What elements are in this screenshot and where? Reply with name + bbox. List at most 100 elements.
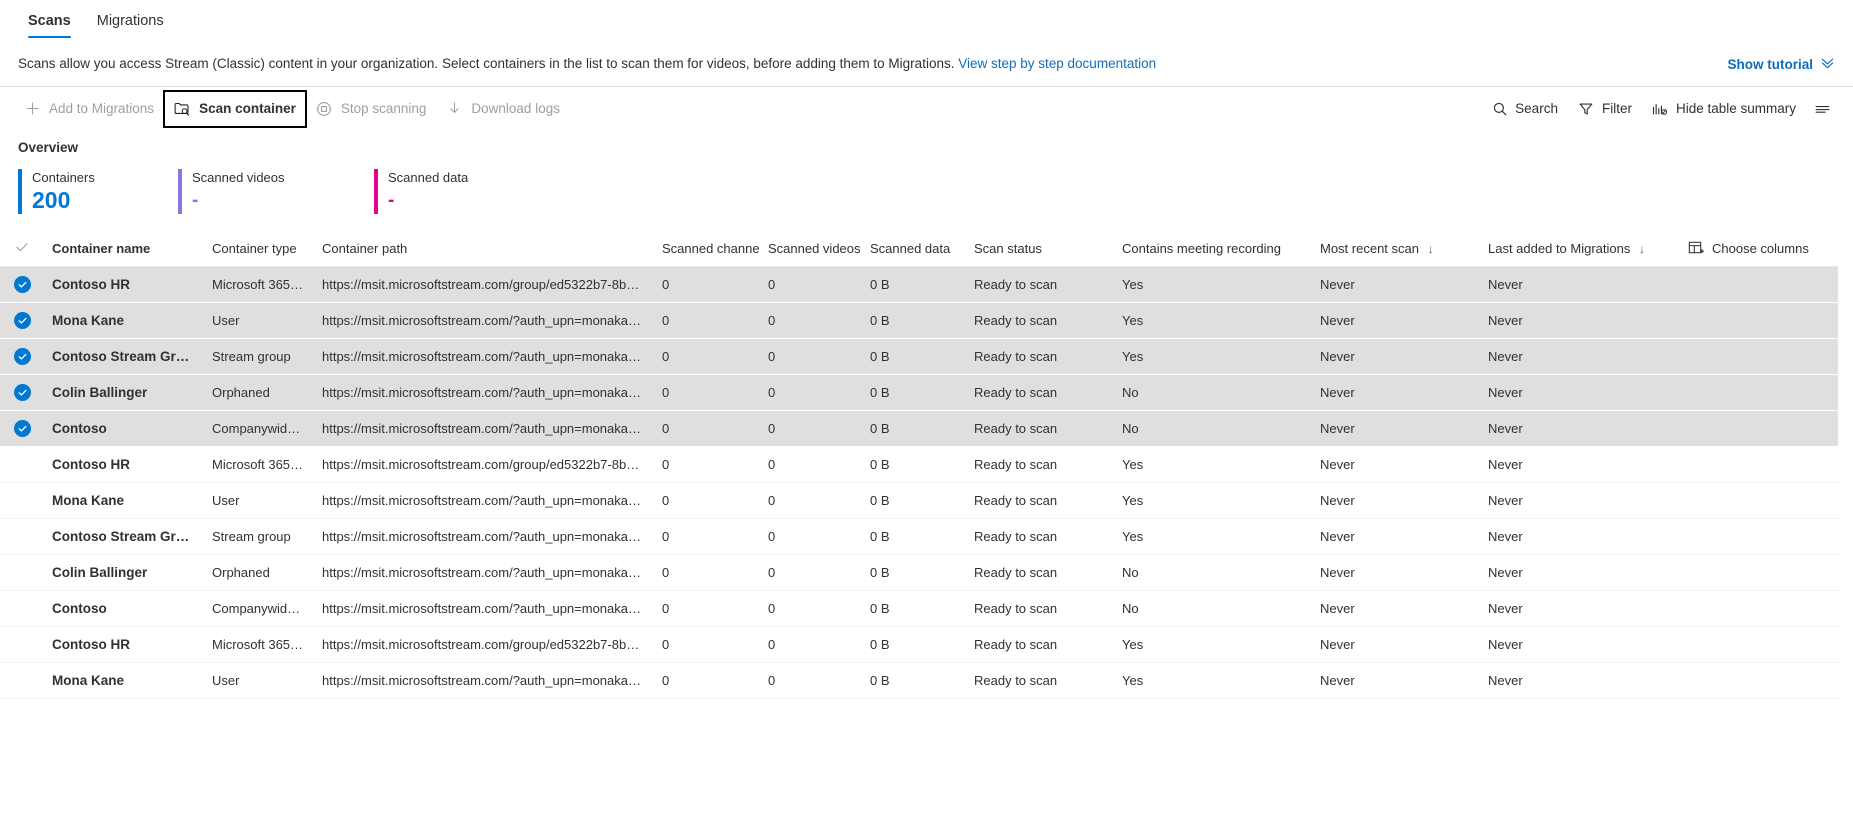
tab-migrations[interactable]: Migrations bbox=[87, 6, 174, 40]
plus-icon bbox=[24, 100, 41, 117]
filter-button[interactable]: Filter bbox=[1568, 91, 1642, 127]
cell-container-type: Orphaned bbox=[204, 374, 314, 410]
search-button[interactable]: Search bbox=[1481, 91, 1568, 127]
download-logs-button[interactable]: Download logs bbox=[436, 91, 570, 127]
row-checkbox[interactable] bbox=[0, 266, 44, 302]
documentation-link[interactable]: View step by step documentation bbox=[958, 56, 1156, 71]
cell-scanned-data: 0 B bbox=[862, 374, 966, 410]
table-row[interactable]: Contoso HRMicrosoft 365 grouphttps://msi… bbox=[0, 446, 1838, 482]
stop-scanning-button[interactable]: Stop scanning bbox=[306, 91, 437, 127]
tab-migrations-label: Migrations bbox=[97, 13, 164, 29]
cell-container-path: https://msit.microsoftstream.com/group/e… bbox=[314, 266, 654, 302]
cell-scanned-videos: 0 bbox=[760, 302, 862, 338]
cell-container-name: Colin Ballinger bbox=[44, 374, 204, 410]
cell-container-name: Colin Ballinger bbox=[44, 554, 204, 590]
cell-container-name: Contoso HR bbox=[44, 626, 204, 662]
cell-scanned-channels: 0 bbox=[654, 266, 760, 302]
table-row[interactable]: Contoso Stream GroupStream grouphttps://… bbox=[0, 518, 1838, 554]
hide-table-summary-button[interactable]: Hide table summary bbox=[1642, 91, 1806, 127]
column-header-scanned-data[interactable]: Scanned data bbox=[862, 232, 966, 266]
cell-last-added: Never bbox=[1480, 338, 1680, 374]
cell-scanned-data: 0 B bbox=[862, 410, 966, 446]
cell-container-path: https://msit.microsoftstream.com/?auth_u… bbox=[314, 338, 654, 374]
table-row[interactable]: Mona KaneUserhttps://msit.microsoftstrea… bbox=[0, 302, 1838, 338]
choose-columns-button[interactable]: Choose columns bbox=[1680, 232, 1838, 266]
table-row[interactable]: Mona KaneUserhttps://msit.microsoftstrea… bbox=[0, 482, 1838, 518]
stop-circle-icon bbox=[316, 100, 333, 117]
hide-table-summary-label: Hide table summary bbox=[1676, 101, 1796, 116]
cell-scanned-channels: 0 bbox=[654, 662, 760, 698]
column-header-scanned-channels-label: Scanned channels bbox=[662, 241, 760, 256]
cell-last-added: Never bbox=[1480, 662, 1680, 698]
select-all-checkbox[interactable] bbox=[0, 232, 44, 266]
scan-container-button[interactable]: Scan container bbox=[164, 91, 306, 127]
table-row[interactable]: Contoso HRMicrosoft 365 grouphttps://msi… bbox=[0, 266, 1838, 302]
cell-container-type: User bbox=[204, 302, 314, 338]
table-row[interactable]: ContosoCompanywide channelhttps://msit.m… bbox=[0, 410, 1838, 446]
row-selected-icon bbox=[14, 312, 31, 329]
row-selected-icon bbox=[14, 276, 31, 293]
column-header-last-added-to-migrations[interactable]: Last added to Migrations ↓ bbox=[1480, 232, 1680, 266]
cell-scan-status: Ready to scan bbox=[966, 410, 1114, 446]
cell-scanned-channels: 0 bbox=[654, 410, 760, 446]
row-checkbox[interactable] bbox=[0, 410, 44, 446]
row-checkbox[interactable] bbox=[0, 518, 44, 554]
column-header-scanned-channels[interactable]: Scanned channels bbox=[654, 232, 760, 266]
table-row[interactable]: Colin BallingerOrphanedhttps://msit.micr… bbox=[0, 554, 1838, 590]
row-checkbox[interactable] bbox=[0, 302, 44, 338]
column-header-contains-meeting-recording[interactable]: Contains meeting recording bbox=[1114, 232, 1312, 266]
overview-section: Overview Containers 200 Scanned videos -… bbox=[0, 130, 1853, 214]
cell-container-type: Stream group bbox=[204, 518, 314, 554]
cell-scanned-channels: 0 bbox=[654, 518, 760, 554]
more-options-button[interactable] bbox=[1806, 91, 1839, 127]
table-row[interactable]: ContosoCompanywide channelhttps://msit.m… bbox=[0, 590, 1838, 626]
choose-columns-icon bbox=[1688, 240, 1704, 258]
description-row: Scans allow you access Stream (Classic) … bbox=[0, 42, 1853, 86]
column-header-scan-status[interactable]: Scan status bbox=[966, 232, 1114, 266]
cell-contains-meeting-recording: Yes bbox=[1114, 626, 1312, 662]
download-icon bbox=[446, 100, 463, 117]
command-bar-right: Search Filter Hide table summary bbox=[1481, 91, 1839, 127]
table-row[interactable]: Mona KaneUserhttps://msit.microsoftstrea… bbox=[0, 662, 1838, 698]
cell-container-name: Mona Kane bbox=[44, 482, 204, 518]
add-to-migrations-button[interactable]: Add to Migrations bbox=[14, 91, 164, 127]
row-checkbox[interactable] bbox=[0, 662, 44, 698]
column-header-container-type[interactable]: Container type bbox=[204, 232, 314, 266]
row-checkbox[interactable] bbox=[0, 482, 44, 518]
row-checkbox[interactable] bbox=[0, 590, 44, 626]
cell-scanned-videos: 0 bbox=[760, 518, 862, 554]
stop-scanning-label: Stop scanning bbox=[341, 101, 427, 116]
row-selected-icon bbox=[14, 348, 31, 365]
tab-scans[interactable]: Scans bbox=[18, 6, 81, 40]
cell-most-recent-scan: Never bbox=[1312, 482, 1480, 518]
cell-most-recent-scan: Never bbox=[1312, 662, 1480, 698]
table-row[interactable]: Contoso Stream GroupStream grouphttps://… bbox=[0, 338, 1838, 374]
row-checkbox[interactable] bbox=[0, 338, 44, 374]
column-header-most-recent-scan[interactable]: Most recent scan ↓ bbox=[1312, 232, 1480, 266]
column-header-scanned-videos[interactable]: Scanned videos bbox=[760, 232, 862, 266]
cell-container-path: https://msit.microsoftstream.com/group/e… bbox=[314, 626, 654, 662]
cell-scanned-data: 0 B bbox=[862, 662, 966, 698]
cell-last-added: Never bbox=[1480, 626, 1680, 662]
table-row[interactable]: Contoso HRMicrosoft 365 grouphttps://msi… bbox=[0, 626, 1838, 662]
cell-last-added: Never bbox=[1480, 482, 1680, 518]
column-header-container-name[interactable]: Container name bbox=[44, 232, 204, 266]
metric-scanned-data: Scanned data - bbox=[374, 169, 570, 214]
cell-scanned-videos: 0 bbox=[760, 410, 862, 446]
metric-scanned-data-value: - bbox=[388, 187, 468, 214]
cell-last-added: Never bbox=[1480, 302, 1680, 338]
row-checkbox[interactable] bbox=[0, 626, 44, 662]
cell-container-name: Mona Kane bbox=[44, 662, 204, 698]
cell-last-added: Never bbox=[1480, 590, 1680, 626]
table-row[interactable]: Colin BallingerOrphanedhttps://msit.micr… bbox=[0, 374, 1838, 410]
row-checkbox[interactable] bbox=[0, 554, 44, 590]
cell-container-type: Stream group bbox=[204, 338, 314, 374]
row-checkbox[interactable] bbox=[0, 446, 44, 482]
chevron-double-down-icon bbox=[1820, 55, 1835, 73]
show-tutorial-button[interactable]: Show tutorial bbox=[1728, 55, 1836, 73]
metric-scanned-videos-label: Scanned videos bbox=[192, 169, 285, 186]
cell-scanned-data: 0 B bbox=[862, 338, 966, 374]
column-header-container-path[interactable]: Container path bbox=[314, 232, 654, 266]
row-checkbox[interactable] bbox=[0, 374, 44, 410]
cell-most-recent-scan: Never bbox=[1312, 374, 1480, 410]
